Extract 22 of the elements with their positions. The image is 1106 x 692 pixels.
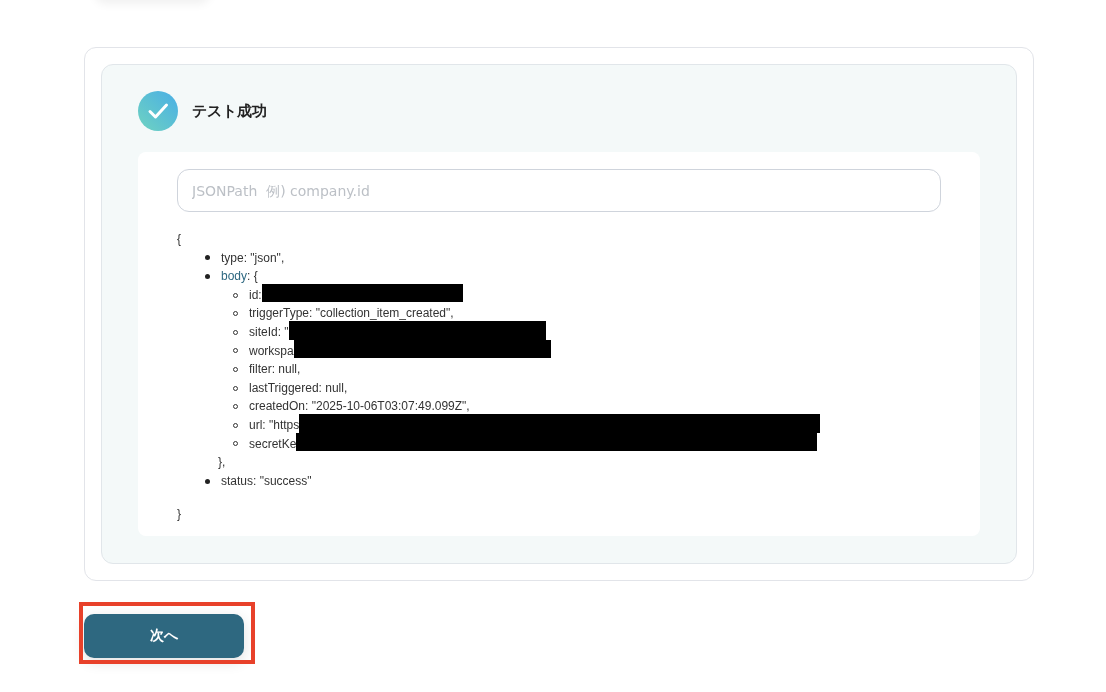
code-line: siteId: ": [249, 324, 289, 339]
code-line: triggerType: "collection_item_created",: [249, 306, 454, 321]
code-line: workspa: [249, 343, 294, 358]
next-button[interactable]: 次へ: [84, 614, 244, 658]
bullet-icon: [205, 255, 210, 261]
bullet-icon: [205, 478, 210, 484]
code-line: }: [177, 506, 182, 524]
code-line: filter: null,: [249, 362, 301, 377]
code-line: secretKe: [249, 436, 297, 451]
code-line: body: {: [221, 268, 258, 286]
code-line: createdOn: "2025-10-06T03:07:49.099Z",: [249, 399, 470, 414]
result-title: テスト成功: [192, 101, 267, 121]
code-line: url: "https: [249, 417, 300, 432]
code-line: id:: [249, 287, 262, 302]
bullet-icon: [205, 274, 210, 279]
code-line: lastTriggered: null,: [249, 380, 348, 395]
check-icon: [138, 91, 178, 131]
code-line: type: "json",: [221, 249, 285, 267]
code-line: {: [177, 231, 182, 248]
code-line: },: [217, 454, 227, 472]
jsonpath-field[interactable]: JSONPath 例) company.id: [177, 169, 941, 212]
code-line: status: "success": [221, 472, 312, 490]
